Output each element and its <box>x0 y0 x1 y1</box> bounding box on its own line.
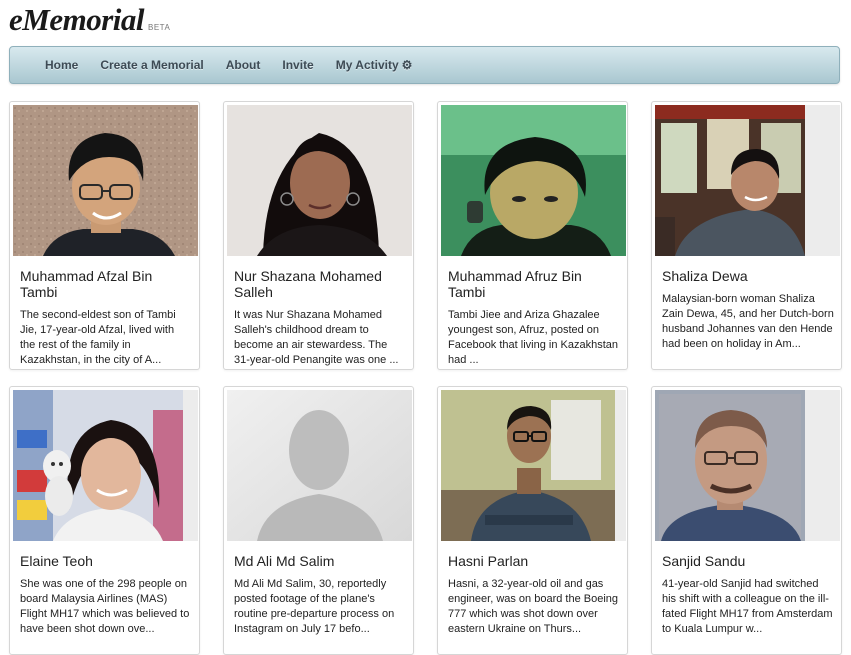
memorial-photo[interactable] <box>13 390 198 541</box>
memorial-card[interactable]: Hasni Parlan Hasni, a 32-year-old oil an… <box>437 386 628 655</box>
memorial-photo[interactable] <box>441 105 626 256</box>
memorial-card[interactable]: Md Ali Md Salim Md Ali Md Salim, 30, rep… <box>223 386 414 655</box>
memorial-description: Hasni, a 32-year-old oil and gas enginee… <box>448 578 619 635</box>
memorial-card[interactable]: Muhammad Afzal Bin Tambi The second-elde… <box>9 101 200 370</box>
memorial-card[interactable]: Shaliza Dewa Malaysian-born woman Shaliz… <box>651 101 842 370</box>
memorial-card[interactable]: Elaine Teoh She was one of the 298 peopl… <box>9 386 200 655</box>
memorial-card[interactable]: Sanjid Sandu 41-year-old Sanjid had swit… <box>651 386 842 655</box>
avatar-placeholder-icon <box>227 390 412 541</box>
beta-badge: BETA <box>148 23 171 32</box>
nav-create-memorial[interactable]: Create a Memorial <box>100 58 203 72</box>
memorial-name[interactable]: Sanjid Sandu <box>662 553 834 569</box>
portrait-image <box>655 390 805 541</box>
memorial-name[interactable]: Hasni Parlan <box>448 553 620 569</box>
site-logo[interactable]: eMemorial BETA <box>9 2 170 38</box>
memorial-name[interactable]: Muhammad Afzal Bin Tambi <box>20 268 192 300</box>
memorial-photo[interactable] <box>655 105 840 256</box>
memorial-photo[interactable] <box>441 390 626 541</box>
memorial-name[interactable]: Muhammad Afruz Bin Tambi <box>448 268 620 300</box>
memorial-photo[interactable] <box>227 105 412 256</box>
gear-icon: ⚙ <box>401 58 413 72</box>
memorial-description: It was Nur Shazana Mohamed Salleh's chil… <box>234 309 399 366</box>
memorial-photo[interactable] <box>13 105 198 256</box>
memorial-photo[interactable] <box>227 390 412 541</box>
memorial-card[interactable]: Muhammad Afruz Bin Tambi Tambi Jiee and … <box>437 101 628 370</box>
memorial-card[interactable]: Nur Shazana Mohamed Salleh It was Nur Sh… <box>223 101 414 370</box>
nav-invite[interactable]: Invite <box>282 58 313 72</box>
memorial-description: 41-year-old Sanjid had switched his shif… <box>662 578 833 635</box>
nav-home[interactable]: Home <box>45 58 78 72</box>
memorial-name[interactable]: Md Ali Md Salim <box>234 553 406 569</box>
memorial-description: The second-eldest son of Tambi Jie, 17-y… <box>20 309 176 366</box>
portrait-image <box>13 390 183 541</box>
memorial-name[interactable]: Shaliza Dewa <box>662 268 834 284</box>
memorial-name[interactable]: Nur Shazana Mohamed Salleh <box>234 268 406 300</box>
portrait-image <box>655 105 805 256</box>
portrait-image <box>441 390 615 541</box>
portrait-image <box>227 105 412 256</box>
memorial-description: Malaysian-born woman Shaliza Zain Dewa, … <box>662 293 834 350</box>
logo-text: eMemorial <box>9 2 145 37</box>
nav-my-activity[interactable]: My Activity ⚙ <box>336 58 413 72</box>
main-navbar: Home Create a Memorial About Invite My A… <box>9 46 840 84</box>
memorial-photo[interactable] <box>655 390 840 541</box>
memorial-name[interactable]: Elaine Teoh <box>20 553 192 569</box>
portrait-image <box>441 105 626 256</box>
nav-about[interactable]: About <box>226 58 261 72</box>
portrait-image <box>13 105 198 256</box>
memorial-description: Md Ali Md Salim, 30, reportedly posted f… <box>234 578 395 635</box>
nav-my-activity-label: My Activity <box>335 58 399 72</box>
memorial-description: She was one of the 298 people on board M… <box>20 578 190 635</box>
memorial-description: Tambi Jiee and Ariza Ghazalee youngest s… <box>448 309 618 366</box>
